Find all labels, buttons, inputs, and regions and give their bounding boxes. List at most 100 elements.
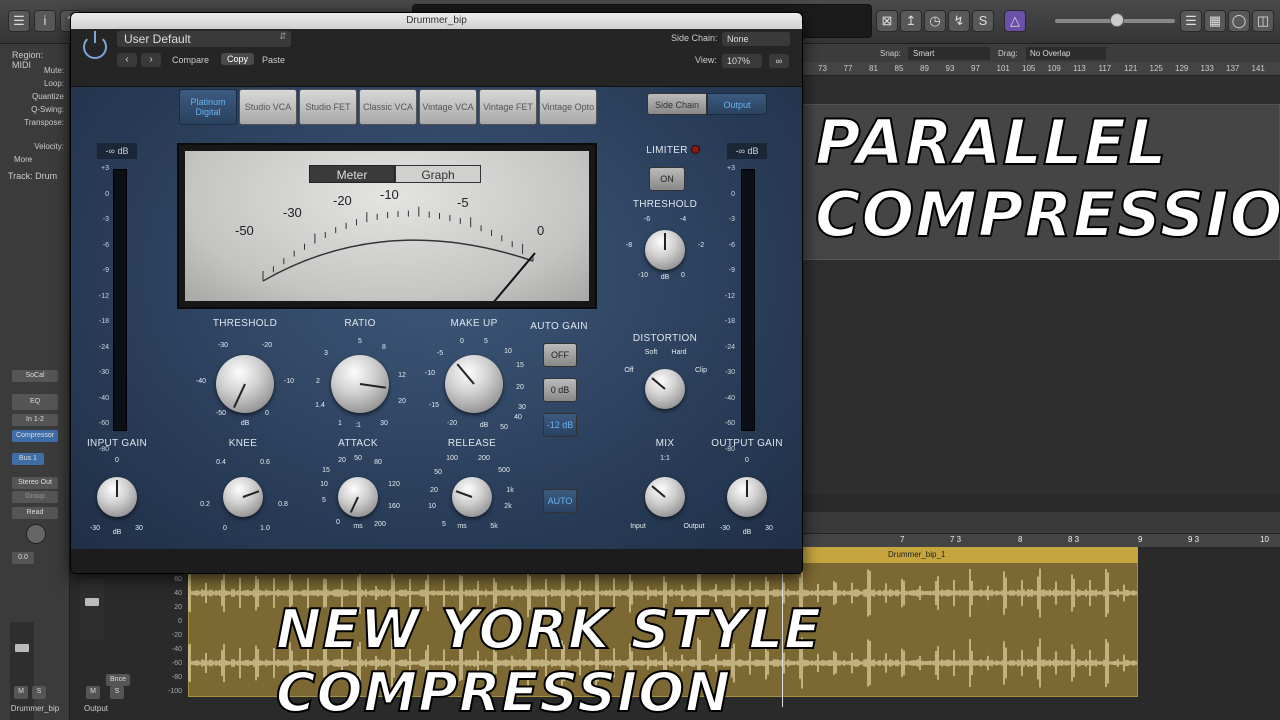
limiter-threshold-tick: -2 [697,242,705,249]
eq-preset[interactable]: SoCal [12,370,58,382]
model-button-classic-vca[interactable]: Classic VCA [359,89,417,125]
model-button-studio-vca[interactable]: Studio VCA [239,89,297,125]
metronome-icon[interactable]: △ [1004,10,1026,32]
threshold-knob[interactable] [216,355,274,413]
note-pad-icon[interactable]: ▦ [1204,10,1226,32]
distortion-knob[interactable] [645,369,685,409]
input-meter-tick: -18 [98,318,109,325]
vu-graph-tab[interactable]: Graph [395,165,481,183]
mute-button[interactable]: M [14,686,28,699]
compare-button[interactable]: Compare [172,55,209,65]
inspector-more[interactable]: More [0,155,68,164]
output-meter-tick: -60 [724,420,735,427]
list-editors-icon[interactable]: ☰ [1180,10,1202,32]
model-button-vintage-fet[interactable]: Vintage FET [479,89,537,125]
bounce-button[interactable]: Bnce [106,674,130,686]
track-header[interactable]: Track: Drum [0,171,68,181]
tempo-icon[interactable]: ◷ [924,10,946,32]
input-slot[interactable]: In 1-2 [12,414,58,426]
send-bus[interactable]: Bus 1 [12,453,44,465]
auto-gain-0db-button[interactable]: 0 dB [543,378,577,402]
eq-button[interactable]: EQ [12,394,58,410]
auto-gain-off-button[interactable]: OFF [543,343,577,367]
drag-select[interactable]: No Overlap [1026,47,1106,60]
next-preset-button[interactable]: › [141,53,161,67]
output-slot[interactable]: Stereo Out [12,477,58,489]
model-button-vintage-vca[interactable]: Vintage VCA [419,89,477,125]
inspector-row-loop: Loop: [43,79,64,88]
knee-knob[interactable] [223,477,263,517]
mixer-icon[interactable]: ⊠ [876,10,898,32]
makeup-tick: 40 [514,414,522,421]
output-mute-button[interactable]: M [86,686,100,699]
output-meter-readout: -∞ dB [727,143,767,159]
side-chain-select[interactable]: None [722,32,790,46]
vu-meter-tab[interactable]: Meter [309,165,395,183]
score-icon[interactable]: S [972,10,994,32]
loop-browser-icon[interactable]: ◯ [1228,10,1250,32]
link-icon[interactable]: ∞ [769,54,789,68]
master-volume-thumb[interactable] [1110,13,1124,27]
input-meter-tick: +3 [101,165,109,172]
output-fader-cap[interactable] [85,598,99,606]
preset-chevron-icon[interactable]: ⇵ [279,31,287,42]
automation-mode[interactable]: Read [12,507,58,519]
preset-select[interactable]: User Default [117,31,291,47]
output-fader[interactable] [80,578,104,640]
previous-preset-button[interactable]: ‹ [117,53,137,67]
release-auto-button[interactable]: AUTO [543,489,577,513]
output-tab[interactable]: Output [707,93,767,115]
vu-label-minus20: -20 [333,193,352,208]
model-button-studio-fet[interactable]: Studio FET [299,89,357,125]
release-knob[interactable] [452,477,492,517]
library-icon[interactable]: ☰ [8,10,30,32]
limiter-threshold-indicator [664,233,666,250]
snap-select[interactable]: Smart [908,47,990,60]
bounce-icon[interactable]: ↥ [900,10,922,32]
output-gain-knob[interactable] [727,477,767,517]
insert-compressor[interactable]: Compressor [12,430,58,442]
output-solo-button[interactable]: S [110,686,124,699]
limiter-on-button[interactable]: ON [649,167,685,191]
inspector-row-transpose[interactable]: Transpose: [0,118,68,127]
mix-knob[interactable] [645,477,685,517]
threshold-label: THRESHOLD [212,318,278,329]
attack-knob[interactable] [338,477,378,517]
view-select[interactable]: 107% [722,54,762,68]
output-meter-tick: -30 [724,369,735,376]
pan-knob[interactable] [26,524,46,544]
browser-icon[interactable]: ◫ [1252,10,1274,32]
input-meter-tick: -24 [98,343,109,351]
ratio-tick: 12 [398,372,406,379]
model-button-platinum-digital[interactable]: Platinum Digital [179,89,237,125]
paste-button[interactable]: Paste [262,55,285,65]
mix-input-tick: Input [630,523,646,530]
limiter-threshold-knob[interactable] [645,230,685,270]
input-gain-knob[interactable] [97,477,137,517]
solo-button[interactable]: S [32,686,46,699]
side-chain-tab[interactable]: Side Chain [647,93,707,115]
inspector-row-velocity[interactable]: Velocity: [0,142,68,151]
ratio-tick: 2 [316,378,320,385]
model-button-vintage-opto[interactable]: Vintage Opto [539,89,597,125]
info-icon[interactable]: i [34,10,56,32]
inspector-row-mute: Mute: [43,66,64,75]
input-meter-readout: -∞ dB [97,143,137,159]
editor-ruler-bar: 10 [1260,535,1269,544]
ratio-tick: 1.4 [315,402,325,409]
inspector-row-qswing[interactable]: Q-Swing: [0,105,68,114]
editor-ruler[interactable]: 7 7 3 8 8 3 9 9 3 10 [802,534,1280,547]
makeup-knob[interactable] [445,355,503,413]
copy-button[interactable]: Copy [221,53,255,65]
vu-label-minus5: -5 [457,195,469,210]
ruler[interactable]: 73 77 81 85 89 93 97 101 105 109 113 117 121 125 129 13… [802,62,1280,76]
ratio-knob[interactable] [331,355,389,413]
auto-gain-minus12-button[interactable]: -12 dB [543,413,577,437]
inspector-row-quantize[interactable]: Quantize [0,92,68,101]
limiter-label: LIMITER [646,145,688,156]
track-fader-cap[interactable] [15,644,29,652]
plugin-title-bar[interactable]: Drummer_bip [71,13,802,29]
group-slot[interactable]: Group [12,491,58,503]
tuner-icon[interactable]: ↯ [948,10,970,32]
vu-needle [493,252,536,301]
